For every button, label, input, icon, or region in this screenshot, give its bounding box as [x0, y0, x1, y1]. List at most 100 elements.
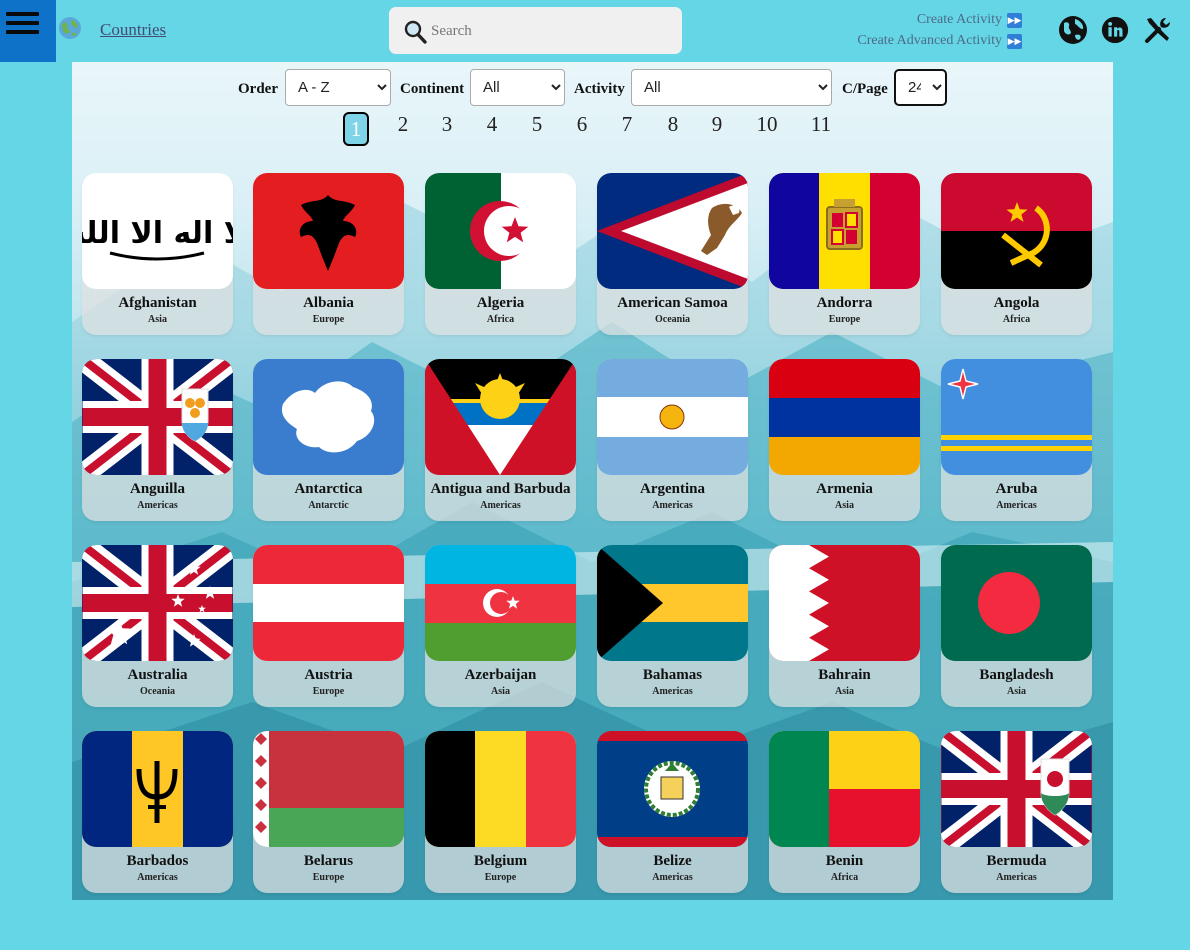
country-name: Bermuda: [986, 853, 1047, 869]
country-card[interactable]: Albania Europe: [253, 173, 404, 335]
country-card[interactable]: Aruba Americas: [941, 359, 1092, 521]
country-name: Bahrain: [818, 667, 871, 683]
country-name: Austria: [304, 667, 353, 683]
svg-text:لا اله الا الله: لا اله الا الله: [82, 216, 233, 251]
page-link-7[interactable]: 7: [614, 112, 640, 137]
belize-flag-icon: [597, 731, 748, 847]
country-card[interactable]: Belgium Europe: [425, 731, 576, 893]
create-advanced-activity-label: Create Advanced Activity: [857, 33, 1002, 48]
country-card[interactable]: Bermuda Americas: [941, 731, 1092, 893]
country-continent: Europe: [312, 314, 345, 325]
page-link-8[interactable]: 8: [660, 112, 686, 137]
country-continent: Antarctic: [308, 500, 349, 511]
bahrain-flag-icon: [769, 545, 920, 661]
page-link-5[interactable]: 5: [524, 112, 550, 137]
country-card[interactable]: Benin Africa: [769, 731, 920, 893]
country-card[interactable]: Australia Oceania: [82, 545, 233, 707]
order-label: Order: [238, 81, 278, 97]
country-continent: Asia: [148, 314, 167, 325]
search-box[interactable]: [389, 7, 682, 54]
country-card[interactable]: Argentina Americas: [597, 359, 748, 521]
country-continent: Oceania: [655, 314, 690, 325]
country-name: American Samoa: [617, 295, 728, 311]
pagination: 1 2 3 4 5 6 7 8 9 10 11: [72, 110, 1113, 146]
country-card[interactable]: Antarctica Antarctic: [253, 359, 404, 521]
cpage-label: C/Page: [842, 81, 888, 97]
page-link-9[interactable]: 9: [704, 112, 730, 137]
argentina-flag-icon: [597, 359, 748, 475]
country-continent: Europe: [312, 686, 345, 697]
country-continent: Americas: [480, 500, 521, 511]
bangladesh-flag-icon: [941, 545, 1092, 661]
country-name: Anguilla: [129, 481, 186, 497]
country-name: Andorra: [816, 295, 873, 311]
page-link-1[interactable]: 1: [343, 112, 369, 146]
country-continent: Americas: [996, 500, 1037, 511]
page-link-11[interactable]: 11: [804, 112, 838, 137]
country-continent: Europe: [484, 872, 517, 883]
country-continent: Europe: [828, 314, 861, 325]
country-card[interactable]: Bangladesh Asia: [941, 545, 1092, 707]
aruba-flag-icon: [941, 359, 1092, 475]
afghanistan-flag-icon: لا اله الا الله: [82, 173, 233, 289]
country-continent: Africa: [1002, 314, 1031, 325]
hamburger-menu-button[interactable]: [0, 0, 56, 62]
angola-flag-icon: [941, 173, 1092, 289]
nav-countries-link[interactable]: Countries: [100, 20, 166, 40]
create-advanced-activity-link[interactable]: Create Advanced Activity ▶▶: [857, 33, 1022, 49]
create-activity-link[interactable]: Create Activity ▶▶: [917, 12, 1022, 28]
page-link-6[interactable]: 6: [569, 112, 595, 137]
country-card[interactable]: Armenia Asia: [769, 359, 920, 521]
country-continent: Americas: [652, 686, 693, 697]
countries-panel: Order A - Z Continent All Activity All C…: [72, 62, 1113, 900]
bermuda-flag-icon: [941, 731, 1092, 847]
country-name: Armenia: [816, 481, 873, 497]
fast-forward-icon: ▶▶: [1007, 33, 1022, 49]
tools-icon[interactable]: [1142, 14, 1174, 46]
country-continent: Asia: [835, 686, 854, 697]
country-continent: Americas: [137, 500, 178, 511]
page-link-4[interactable]: 4: [479, 112, 505, 137]
australia-flag-icon: [82, 545, 233, 661]
menu-bar-icon: [6, 12, 39, 16]
country-name: Bangladesh: [979, 667, 1054, 683]
country-card[interactable]: لا اله الا الله Afghanistan Asia: [82, 173, 233, 335]
country-card[interactable]: Antigua and Barbuda Americas: [425, 359, 576, 521]
antarctica-flag-icon: [253, 359, 404, 475]
search-input[interactable]: [429, 17, 673, 45]
linkedin-icon[interactable]: [1100, 14, 1130, 46]
page-link-3[interactable]: 3: [434, 112, 460, 137]
country-continent: Americas: [996, 872, 1037, 883]
order-select[interactable]: A - Z: [285, 69, 391, 106]
activity-select[interactable]: All: [631, 69, 832, 106]
country-card[interactable]: Angola Africa: [941, 173, 1092, 335]
country-card[interactable]: Belize Americas: [597, 731, 748, 893]
country-card[interactable]: Barbados Americas: [82, 731, 233, 893]
country-card[interactable]: Andorra Europe: [769, 173, 920, 335]
bahamas-flag-icon: [597, 545, 748, 661]
cards-per-page-select[interactable]: 24: [894, 69, 947, 106]
country-name: Argentina: [640, 481, 705, 497]
country-card[interactable]: Azerbaijan Asia: [425, 545, 576, 707]
country-card[interactable]: American Samoa Oceania: [597, 173, 748, 335]
country-name: Belize: [653, 853, 692, 869]
country-card[interactable]: Anguilla Americas: [82, 359, 233, 521]
top-bar: Countries Create Activity ▶▶ Create Adva…: [0, 0, 1190, 62]
country-card[interactable]: Bahrain Asia: [769, 545, 920, 707]
country-card[interactable]: Bahamas Americas: [597, 545, 748, 707]
earth-logo-icon[interactable]: [58, 16, 82, 40]
search-icon: [404, 20, 427, 44]
continent-select[interactable]: All: [470, 69, 565, 106]
country-name: Aruba: [995, 481, 1038, 497]
country-name: Antarctica: [294, 481, 363, 497]
country-continent: Asia: [835, 500, 854, 511]
page-link-2[interactable]: 2: [390, 112, 416, 137]
austria-flag-icon: [253, 545, 404, 661]
country-card[interactable]: Belarus Europe: [253, 731, 404, 893]
globe-icon[interactable]: [1057, 14, 1089, 46]
country-card[interactable]: Austria Europe: [253, 545, 404, 707]
page-link-10[interactable]: 10: [750, 112, 784, 137]
country-card[interactable]: Algeria Africa: [425, 173, 576, 335]
antigua-and-barbuda-flag-icon: [425, 359, 576, 475]
country-name: Bahamas: [642, 667, 703, 683]
